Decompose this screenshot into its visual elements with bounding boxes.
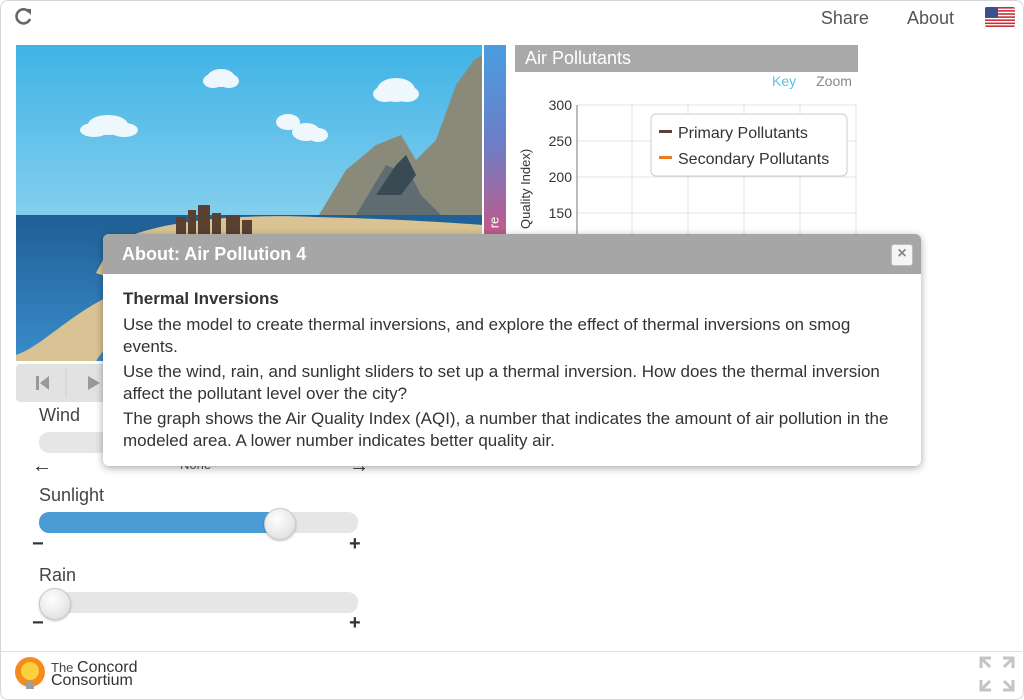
logo-consortium: Consortium <box>51 672 133 689</box>
rain-minus[interactable]: − <box>32 612 44 635</box>
dialog-paragraph-2: Use the wind, rain, and sunlight sliders… <box>123 362 880 403</box>
y-tick-200: 200 <box>549 169 573 185</box>
wind-left-arrow-icon: ← <box>32 455 52 477</box>
dialog-paragraph-3: The graph shows the Air Quality Index (A… <box>123 409 889 450</box>
dialog-title: About: Air Pollution 4 <box>122 244 307 264</box>
sunlight-minus[interactable]: − <box>32 533 44 556</box>
close-button[interactable]: × <box>891 244 913 266</box>
sunlight-label: Sunlight <box>39 485 105 505</box>
rain-label: Rain <box>39 565 77 585</box>
rain-slider[interactable] <box>39 588 358 620</box>
dialog-heading: Thermal Inversions <box>123 289 279 308</box>
us-flag-icon[interactable] <box>985 7 1015 27</box>
y-tick-250: 250 <box>549 133 573 149</box>
legend-swatch-secondary <box>659 156 672 159</box>
sunlight-slider[interactable] <box>39 508 358 540</box>
legend-primary: Primary Pollutants <box>678 125 808 142</box>
chart-key-link[interactable]: Key <box>772 73 796 89</box>
chart-zoom-link[interactable]: Zoom <box>816 73 852 89</box>
pollutant-chart: 300 250 200 150 Quality Index) Primary P… <box>518 97 857 237</box>
legend-swatch-primary <box>659 130 672 133</box>
fullscreen-icon[interactable] <box>979 656 1015 692</box>
y-axis-label: Quality Index) <box>518 149 533 229</box>
y-tick-300: 300 <box>549 97 573 113</box>
temperature-label: re <box>486 216 502 229</box>
chart-title: Air Pollutants <box>515 45 858 72</box>
about-dialog: About: Air Pollution 4 × Thermal Inversi… <box>103 234 921 466</box>
lightbulb-logo-icon <box>15 657 45 689</box>
y-tick-150: 150 <box>549 205 573 221</box>
share-link[interactable]: Share <box>821 8 869 29</box>
reload-icon[interactable] <box>12 6 34 28</box>
dialog-paragraph-1: Use the model to create thermal inversio… <box>123 315 851 356</box>
playback-controls <box>16 364 106 402</box>
sunlight-fill <box>39 512 280 533</box>
play-icon[interactable] <box>88 376 100 390</box>
legend-secondary: Secondary Pollutants <box>678 151 829 168</box>
wind-label: Wind <box>39 405 81 425</box>
reset-icon[interactable] <box>36 376 49 390</box>
sunlight-plus[interactable]: + <box>349 533 361 556</box>
rain-plus[interactable]: + <box>349 612 361 635</box>
about-link[interactable]: About <box>907 8 954 29</box>
concord-logo[interactable]: The Concord Consortium <box>13 655 138 693</box>
rain-handle[interactable] <box>39 588 71 620</box>
footer-divider <box>1 651 1022 652</box>
